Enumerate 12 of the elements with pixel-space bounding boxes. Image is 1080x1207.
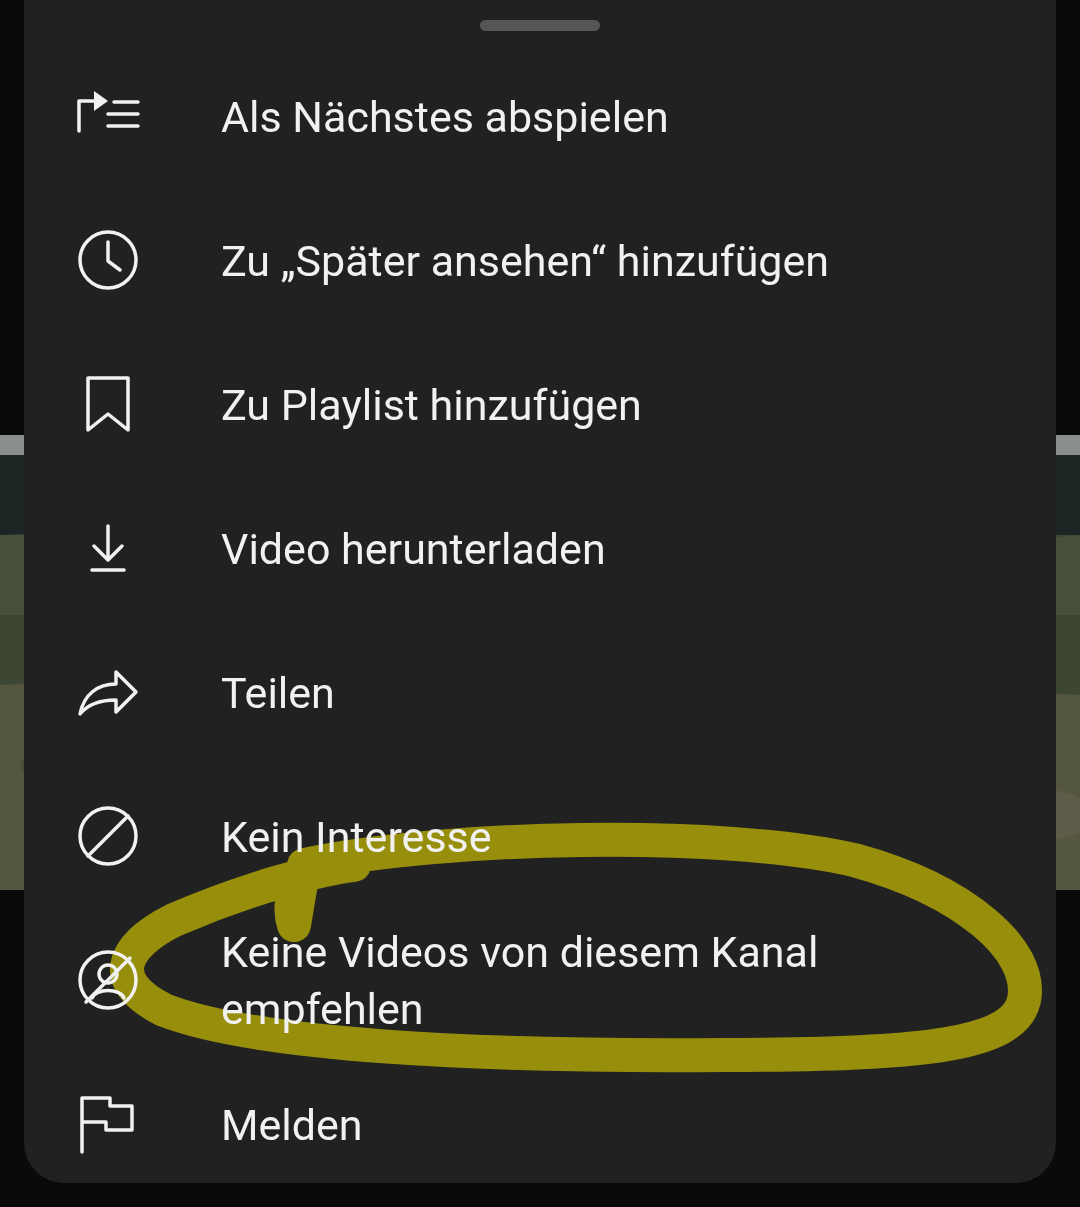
channel-block-icon bbox=[76, 950, 140, 1012]
menu-item[interactable]: Kein Interesse bbox=[24, 765, 1056, 909]
drag-handle[interactable] bbox=[480, 20, 600, 31]
clock-icon bbox=[76, 230, 140, 292]
menu-item[interactable]: Melden bbox=[24, 1053, 1056, 1197]
menu-item[interactable]: Als Nächstes abspielen bbox=[24, 45, 1056, 189]
menu-item[interactable]: Zu „Später ansehen“ hinzufügen bbox=[24, 189, 1056, 333]
menu-item[interactable]: Zu Playlist hinzufügen bbox=[24, 333, 1056, 477]
menu-item[interactable]: Video herunterladen bbox=[24, 477, 1056, 621]
menu-item[interactable]: Keine Videos von diesem Kanal empfehlen bbox=[24, 909, 1056, 1053]
block-icon bbox=[76, 806, 140, 868]
menu-item[interactable]: Teilen bbox=[24, 621, 1056, 765]
